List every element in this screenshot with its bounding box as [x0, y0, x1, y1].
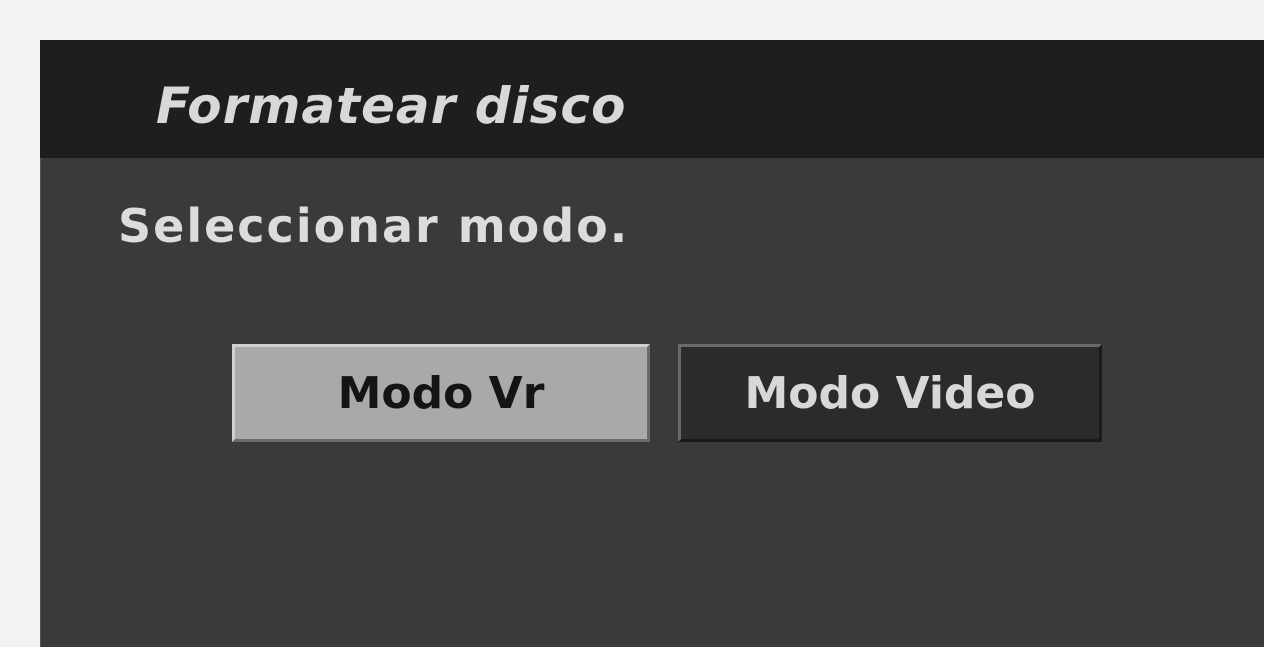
dialog-titlebar: Formatear disco — [40, 40, 1264, 158]
format-disc-dialog: Formatear disco Seleccionar modo. Modo V… — [40, 40, 1264, 647]
mode-vr-button[interactable]: Modo Vr — [232, 344, 650, 442]
mode-video-button[interactable]: Modo Video — [678, 344, 1102, 442]
dialog-title: Formatear disco — [156, 77, 627, 135]
select-mode-prompt: Seleccionar modo. — [118, 199, 630, 253]
